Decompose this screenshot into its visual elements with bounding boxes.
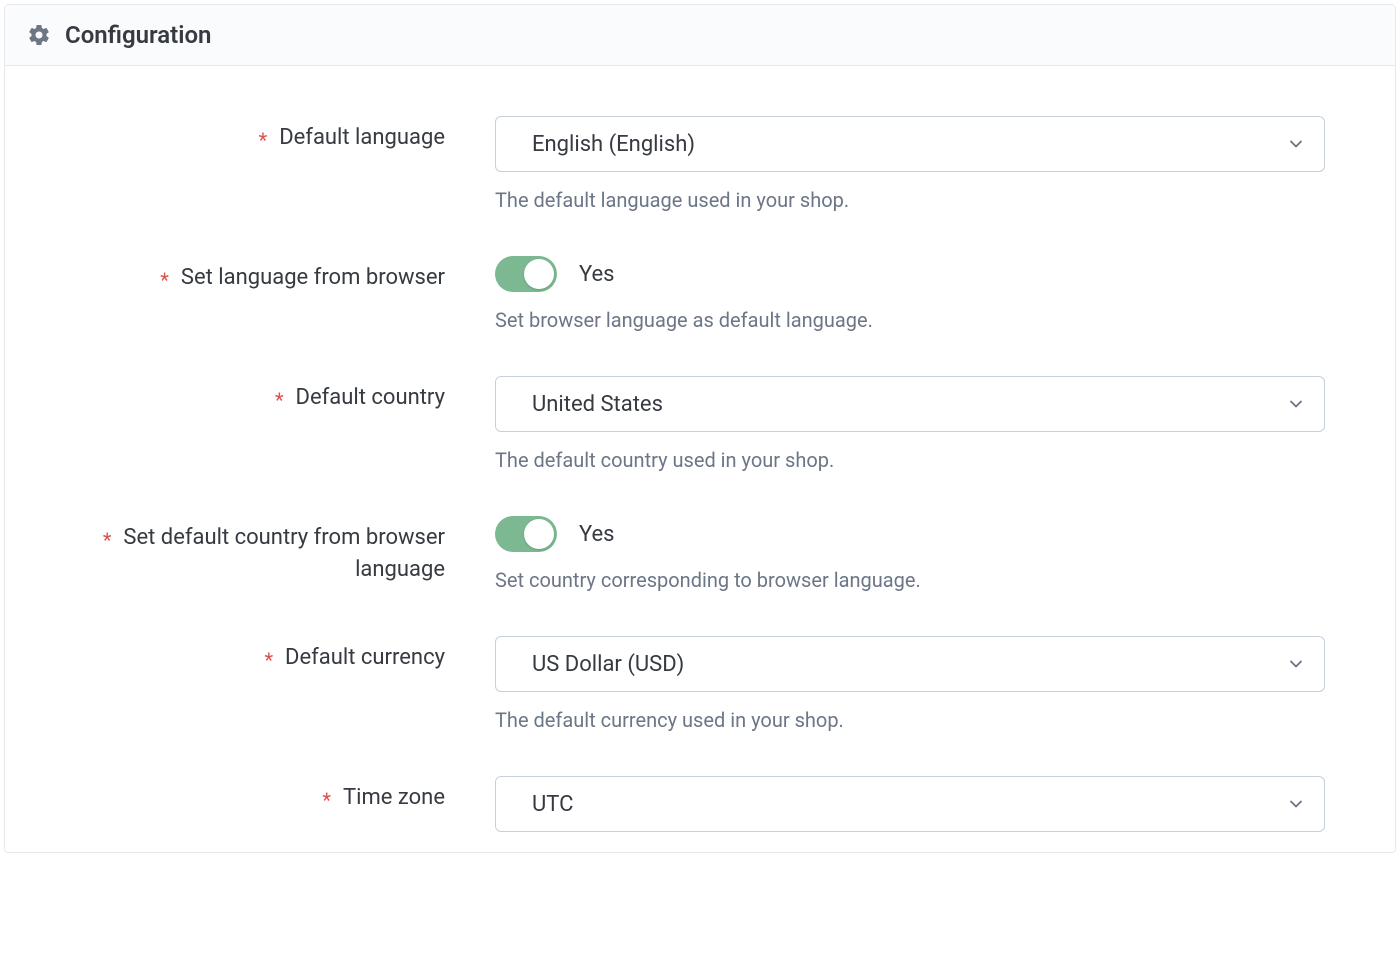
- configuration-panel: Configuration * Default language English…: [4, 4, 1396, 853]
- toggle-set-country-from-browser[interactable]: [495, 516, 557, 552]
- field-set-country-from-browser: * Set default country from browser langu…: [75, 516, 1325, 592]
- label-set-country-from-browser: * Set default country from browser langu…: [75, 516, 495, 586]
- toggle-knob: [524, 519, 554, 549]
- label-time-zone: * Time zone: [75, 776, 495, 814]
- field-default-currency: * Default currency US Dollar (USD) The d…: [75, 636, 1325, 732]
- field-default-country: * Default country United States The defa…: [75, 376, 1325, 472]
- toggle-set-language-from-browser[interactable]: [495, 256, 557, 292]
- help-set-country-from-browser: Set country corresponding to browser lan…: [495, 568, 1325, 592]
- toggle-state-label: Yes: [579, 262, 615, 287]
- select-time-zone[interactable]: UTC: [495, 776, 1325, 832]
- panel-body: * Default language English (English) The…: [5, 66, 1395, 852]
- field-set-language-from-browser: * Set language from browser Yes Set brow…: [75, 256, 1325, 332]
- select-value: US Dollar (USD): [532, 652, 684, 677]
- required-marker: *: [259, 128, 268, 152]
- help-default-currency: The default currency used in your shop.: [495, 708, 1325, 732]
- select-default-currency[interactable]: US Dollar (USD): [495, 636, 1325, 692]
- panel-header: Configuration: [5, 5, 1395, 66]
- required-marker: *: [160, 268, 169, 292]
- required-marker: *: [322, 788, 331, 812]
- chevron-down-icon: [1286, 134, 1306, 154]
- required-marker: *: [275, 388, 284, 412]
- label-set-language-from-browser: * Set language from browser: [75, 256, 495, 294]
- gear-icon: [27, 23, 51, 47]
- required-marker: *: [103, 528, 112, 552]
- toggle-state-label: Yes: [579, 522, 615, 547]
- select-default-country[interactable]: United States: [495, 376, 1325, 432]
- chevron-down-icon: [1286, 794, 1306, 814]
- chevron-down-icon: [1286, 654, 1306, 674]
- field-time-zone: * Time zone UTC: [75, 776, 1325, 832]
- help-set-language-from-browser: Set browser language as default language…: [495, 308, 1325, 332]
- panel-title: Configuration: [65, 21, 211, 49]
- label-default-currency: * Default currency: [75, 636, 495, 674]
- select-default-language[interactable]: English (English): [495, 116, 1325, 172]
- label-default-language: * Default language: [75, 116, 495, 154]
- select-value: UTC: [532, 792, 573, 817]
- required-marker: *: [264, 648, 273, 672]
- label-default-country: * Default country: [75, 376, 495, 414]
- field-default-language: * Default language English (English) The…: [75, 116, 1325, 212]
- chevron-down-icon: [1286, 394, 1306, 414]
- toggle-knob: [524, 259, 554, 289]
- help-default-country: The default country used in your shop.: [495, 448, 1325, 472]
- help-default-language: The default language used in your shop.: [495, 188, 1325, 212]
- select-value: United States: [532, 392, 663, 417]
- select-value: English (English): [532, 132, 695, 157]
